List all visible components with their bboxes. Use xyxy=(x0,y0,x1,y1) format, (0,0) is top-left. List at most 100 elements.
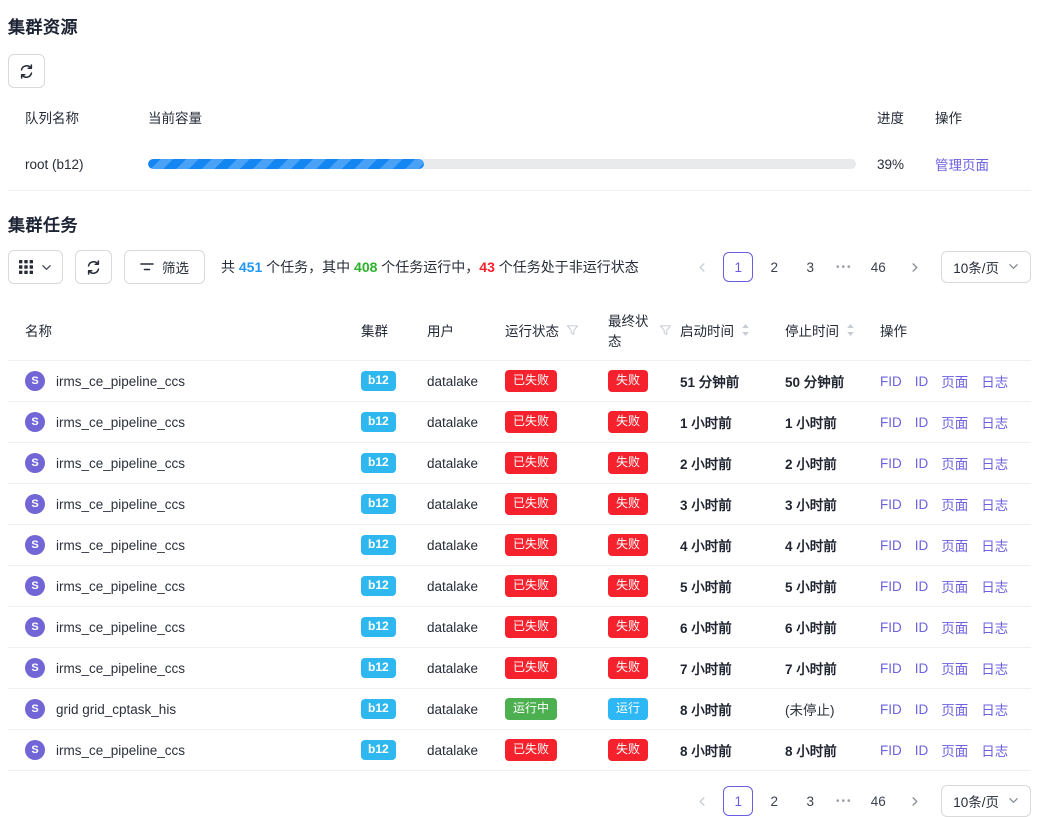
task-name-cell: Sirms_ce_pipeline_ccs xyxy=(8,371,353,391)
manage-page-link[interactable]: 管理页面 xyxy=(935,158,989,173)
stop-time: 50 分钟前 xyxy=(785,371,844,391)
op-link-log[interactable]: 日志 xyxy=(981,535,1008,555)
resources-refresh-button[interactable] xyxy=(8,54,45,88)
tasks-refresh-button[interactable] xyxy=(75,250,112,284)
op-link-log[interactable]: 日志 xyxy=(981,576,1008,596)
final-status-cell: 失败 xyxy=(600,616,672,637)
op-link-log[interactable]: 日志 xyxy=(981,740,1008,760)
run-status-badge: 运行中 xyxy=(505,698,557,719)
task-name[interactable]: grid grid_cptask_his xyxy=(56,702,176,717)
start-time-cell: 6 小时前 xyxy=(672,617,777,637)
op-link-fid[interactable]: FID xyxy=(880,497,902,512)
pagination-page-3[interactable]: 3 xyxy=(795,786,825,816)
op-link-id[interactable]: ID xyxy=(915,497,929,512)
op-link-id[interactable]: ID xyxy=(915,620,929,635)
op-link-log[interactable]: 日志 xyxy=(981,494,1008,514)
ops-cell: FID ID 页面日志 xyxy=(872,617,1031,637)
op-link-id[interactable]: ID xyxy=(915,743,929,758)
cluster-cell: b12 xyxy=(353,453,419,472)
op-link-id[interactable]: ID xyxy=(915,456,929,471)
op-link-fid[interactable]: FID xyxy=(880,374,902,389)
pagination-page-3[interactable]: 3 xyxy=(795,252,825,282)
task-name[interactable]: irms_ce_pipeline_ccs xyxy=(56,620,185,635)
final-status-badge: 失败 xyxy=(608,575,648,596)
op-link-log[interactable]: 日志 xyxy=(981,699,1008,719)
task-name[interactable]: irms_ce_pipeline_ccs xyxy=(56,579,185,594)
op-link-fid[interactable]: FID xyxy=(880,579,902,594)
op-link-page[interactable]: 页面 xyxy=(941,412,968,432)
task-name[interactable]: irms_ce_pipeline_ccs xyxy=(56,415,185,430)
op-link-page[interactable]: 页面 xyxy=(941,371,968,391)
pagination-prev[interactable] xyxy=(687,252,717,282)
task-name[interactable]: irms_ce_pipeline_ccs xyxy=(56,538,185,553)
task-name[interactable]: irms_ce_pipeline_ccs xyxy=(56,743,185,758)
task-name-cell: Sirms_ce_pipeline_ccs xyxy=(8,658,353,678)
chevron-down-icon xyxy=(1008,260,1019,275)
final-status-cell: 失败 xyxy=(600,739,672,760)
task-name[interactable]: irms_ce_pipeline_ccs xyxy=(56,456,185,471)
op-link-id[interactable]: ID xyxy=(915,702,929,717)
op-link-page[interactable]: 页面 xyxy=(941,453,968,473)
op-link-log[interactable]: 日志 xyxy=(981,371,1008,391)
user-cell: datalake xyxy=(419,415,497,430)
task-name[interactable]: irms_ce_pipeline_ccs xyxy=(56,374,185,389)
view-mode-button[interactable] xyxy=(8,250,63,284)
pagination-page-46[interactable]: 46 xyxy=(863,786,893,816)
op-link-log[interactable]: 日志 xyxy=(981,617,1008,637)
op-link-page[interactable]: 页面 xyxy=(941,699,968,719)
final-status-filter-funnel-icon[interactable] xyxy=(659,324,672,337)
op-link-id[interactable]: ID xyxy=(915,538,929,553)
pagination-page-1[interactable]: 1 xyxy=(723,786,753,816)
op-link-fid[interactable]: FID xyxy=(880,620,902,635)
op-link-page[interactable]: 页面 xyxy=(941,617,968,637)
col-start-time-label: 启动时间 xyxy=(680,320,734,340)
pagination-ellipsis[interactable]: ••• xyxy=(831,796,857,807)
run-status-filter-funnel-icon[interactable] xyxy=(566,324,579,337)
start-time-sorter-icon[interactable] xyxy=(741,323,750,337)
op-link-page[interactable]: 页面 xyxy=(941,740,968,760)
op-link-log[interactable]: 日志 xyxy=(981,658,1008,678)
op-link-log[interactable]: 日志 xyxy=(981,453,1008,473)
op-link-fid[interactable]: FID xyxy=(880,702,902,717)
pagination-top: 123 ••• 46 10条/页 xyxy=(687,251,1031,283)
pagination-next[interactable] xyxy=(899,252,929,282)
filter-button[interactable]: 筛选 xyxy=(124,250,205,284)
op-link-id[interactable]: ID xyxy=(915,579,929,594)
pagination-page-2[interactable]: 2 xyxy=(759,786,789,816)
cluster-cell: b12 xyxy=(353,371,419,390)
op-link-page[interactable]: 页面 xyxy=(941,658,968,678)
op-link-page[interactable]: 页面 xyxy=(941,576,968,596)
pagination-page-46[interactable]: 46 xyxy=(863,252,893,282)
pagination-page-1[interactable]: 1 xyxy=(723,252,753,282)
op-link-fid[interactable]: FID xyxy=(880,456,902,471)
user-label: datalake xyxy=(427,702,478,717)
op-link-fid[interactable]: FID xyxy=(880,538,902,553)
pagination-prev[interactable] xyxy=(687,786,717,816)
user-cell: datalake xyxy=(419,538,497,553)
pagination-next[interactable] xyxy=(899,786,929,816)
op-link-id[interactable]: ID xyxy=(915,415,929,430)
pagination-ellipsis[interactable]: ••• xyxy=(831,262,857,273)
op-link-fid[interactable]: FID xyxy=(880,661,902,676)
op-link-id[interactable]: ID xyxy=(915,661,929,676)
op-link-log[interactable]: 日志 xyxy=(981,412,1008,432)
op-link-fid[interactable]: FID xyxy=(880,415,902,430)
ops-cell: FID ID 页面日志 xyxy=(872,699,1031,719)
col-final-status: 最终状态 xyxy=(600,310,672,350)
task-name[interactable]: irms_ce_pipeline_ccs xyxy=(56,497,185,512)
start-time-cell: 4 小时前 xyxy=(672,535,777,555)
op-link-fid[interactable]: FID xyxy=(880,743,902,758)
final-status-badge: 失败 xyxy=(608,370,648,391)
summary-total-count: 451 xyxy=(239,259,262,275)
stop-time-sorter-icon[interactable] xyxy=(846,323,855,337)
op-link-page[interactable]: 页面 xyxy=(941,535,968,555)
op-link-page[interactable]: 页面 xyxy=(941,494,968,514)
task-name[interactable]: irms_ce_pipeline_ccs xyxy=(56,661,185,676)
pagination-page-2[interactable]: 2 xyxy=(759,252,789,282)
tasks-table: 名称 集群 用户 运行状态 最终状态 启动时间 xyxy=(8,302,1031,771)
ops-cell: FID ID 页面日志 xyxy=(872,576,1031,596)
page-size-select[interactable]: 10条/页 xyxy=(941,251,1031,283)
op-link-id[interactable]: ID xyxy=(915,374,929,389)
spark-avatar: S xyxy=(25,658,45,678)
filter-button-label: 筛选 xyxy=(162,257,189,277)
